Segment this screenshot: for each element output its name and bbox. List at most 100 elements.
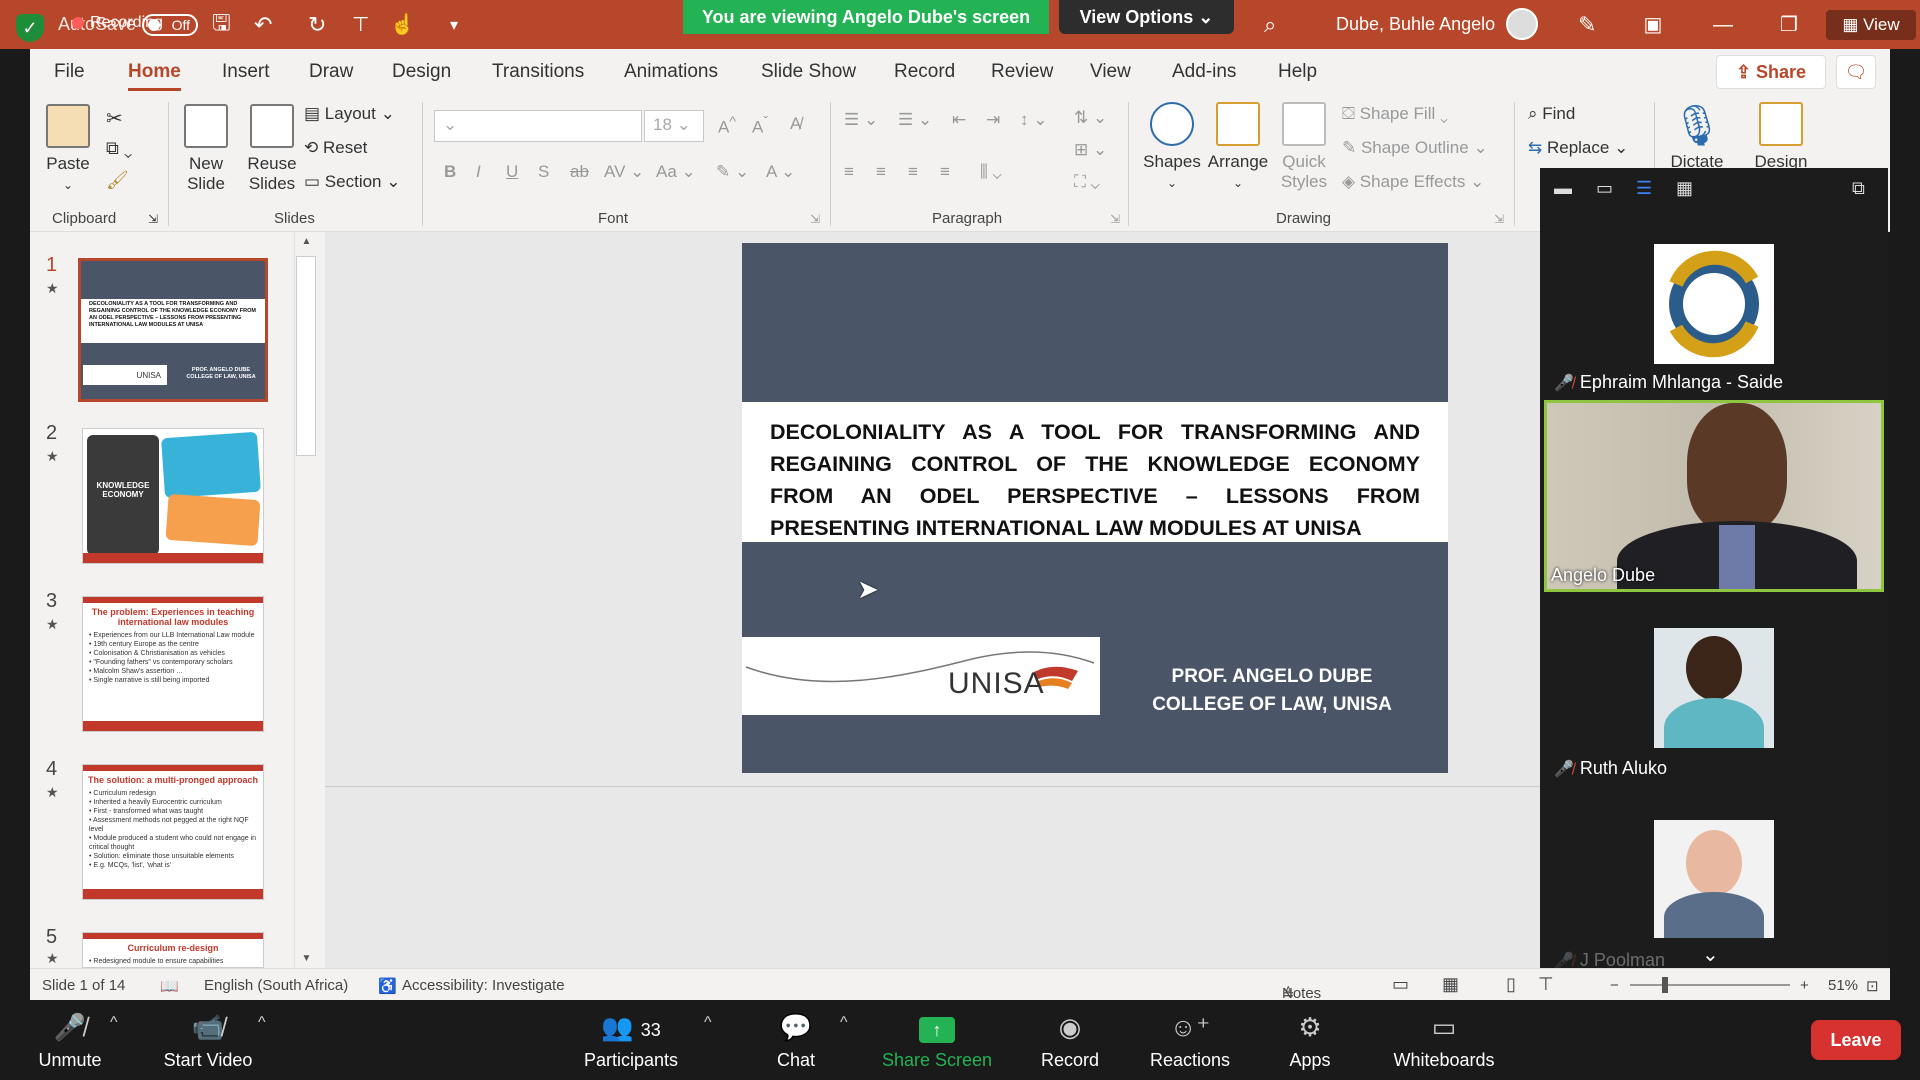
dictate-button[interactable]: 🎙 Dictate <box>1662 102 1732 172</box>
layout-button[interactable]: ▤ Layout ⌄ <box>304 104 395 124</box>
clear-formatting-icon[interactable]: A̸ <box>790 114 801 134</box>
chat-button[interactable]: 💬 Chat <box>736 1010 856 1071</box>
comments-button[interactable]: 🗨 <box>1836 55 1876 89</box>
tab-draw[interactable]: Draw <box>309 61 353 83</box>
font-size-select[interactable]: 18 ⌄ <box>644 110 704 142</box>
tab-animations[interactable]: Animations <box>624 61 718 83</box>
grow-font-icon[interactable]: A^ <box>718 114 736 138</box>
slide-thumbnail-5[interactable]: Curriculum re-design • Redesigned module… <box>82 932 264 968</box>
spelling-icon[interactable]: 📖 <box>160 977 179 995</box>
gallery-view-icon[interactable]: ▦ <box>1676 178 1693 199</box>
text-direction-icon[interactable]: ⇅ ⌄ <box>1074 108 1107 128</box>
video-options-chevron-icon[interactable]: ^ <box>258 1014 266 1032</box>
zoom-slider-thumb[interactable] <box>1662 977 1668 993</box>
apps-button[interactable]: ⚙ Apps <box>1250 1010 1370 1071</box>
decrease-indent-icon[interactable]: ⇤ <box>952 110 966 130</box>
accessibility-status[interactable]: Accessibility: Investigate <box>402 977 565 994</box>
zoom-slider[interactable] <box>1630 984 1790 986</box>
start-video-button[interactable]: 📹̸ Start Video <box>148 1010 268 1071</box>
zoom-level[interactable]: 51% <box>1828 977 1858 994</box>
fit-to-window-icon[interactable]: ⊡ <box>1866 977 1879 995</box>
slide-thumbnail-4[interactable]: The solution: a multi-pronged approach •… <box>82 764 264 900</box>
bullets-icon[interactable]: ☰ ⌄ <box>844 110 878 130</box>
active-speaker-video[interactable]: Angelo Dube <box>1544 400 1884 592</box>
ribbon-display-icon[interactable]: ▣ <box>1636 10 1670 40</box>
section-button[interactable]: ▭ Section ⌄ <box>304 172 400 192</box>
reset-button[interactable]: ⟲ Reset <box>304 138 367 158</box>
zoom-view-button[interactable]: ▦ View <box>1826 10 1916 40</box>
tab-record[interactable]: Record <box>894 61 955 83</box>
shape-outline-button[interactable]: ✎ Shape Outline ⌄ <box>1342 138 1488 158</box>
font-color-icon[interactable]: A ⌄ <box>766 162 795 182</box>
exit-panel-icon[interactable]: ⧉ <box>1852 178 1865 199</box>
tab-slide-show[interactable]: Slide Show <box>761 61 856 83</box>
italic-icon[interactable]: I <box>476 162 481 182</box>
strikethrough-icon[interactable]: ab <box>570 162 589 182</box>
new-slide-button[interactable]: New Slide <box>176 104 236 194</box>
arrange-button[interactable]: Arrange ⌄ <box>1206 102 1270 192</box>
align-text-icon[interactable]: ⊞ ⌄ <box>1074 140 1107 160</box>
slide-sorter-icon[interactable]: ▦ <box>1442 974 1459 995</box>
undo-icon[interactable]: ↶ <box>254 0 272 49</box>
slide-thumbnail-1[interactable]: DECOLONIALITY AS A TOOL FOR TRANSFORMING… <box>78 258 268 402</box>
scrollbar-thumb[interactable] <box>296 256 316 456</box>
current-slide[interactable]: DECOLONIALITY AS A TOOL FOR TRANSFORMING… <box>742 243 1448 773</box>
audio-options-chevron-icon[interactable]: ^ <box>110 1014 118 1032</box>
share-button[interactable]: ⇪ Share <box>1716 55 1826 89</box>
dialog-launcher-icon[interactable]: ⇲ <box>1494 212 1504 226</box>
scroll-down-icon[interactable]: ▼ <box>295 953 318 964</box>
quick-styles-button[interactable]: Quick Styles <box>1272 102 1336 192</box>
shape-fill-button[interactable]: ⛋ Shape Fill ⌄ <box>1342 104 1448 124</box>
align-left-icon[interactable]: ≡ <box>844 162 854 182</box>
numbering-icon[interactable]: ☰ ⌄ <box>898 110 932 130</box>
minimize-video-icon[interactable]: ▬ <box>1554 178 1572 199</box>
zoom-out-icon[interactable]: − <box>1610 977 1619 994</box>
tab-file[interactable]: File <box>54 61 85 83</box>
tab-design[interactable]: Design <box>392 61 451 83</box>
smartart-icon[interactable]: ⛶ ⌄ <box>1074 172 1100 192</box>
shapes-button[interactable]: Shapes ⌄ <box>1140 102 1204 192</box>
tab-insert[interactable]: Insert <box>222 61 270 83</box>
pen-icon[interactable]: ✎ <box>1578 0 1596 49</box>
paste-button[interactable]: Paste ⌄ <box>42 104 94 194</box>
bold-icon[interactable]: B <box>444 162 456 182</box>
touch-mode-icon[interactable]: ☝ <box>390 0 415 49</box>
dialog-launcher-icon[interactable]: ⇲ <box>148 212 158 226</box>
align-right-icon[interactable]: ≡ <box>908 162 918 182</box>
language-indicator[interactable]: English (South Africa) <box>204 977 348 994</box>
accessibility-icon[interactable]: ♿ <box>378 977 397 995</box>
dialog-launcher-icon[interactable]: ⇲ <box>1110 212 1120 226</box>
reactions-button[interactable]: ☺⁺ Reactions <box>1130 1010 1250 1071</box>
save-icon[interactable]: 🖫 <box>212 0 231 49</box>
dialog-launcher-icon[interactable]: ⇲ <box>810 212 820 226</box>
present-icon[interactable]: ⊤ <box>352 0 369 49</box>
tab-view[interactable]: View <box>1090 61 1131 83</box>
change-case-icon[interactable]: Aa ⌄ <box>656 162 696 182</box>
highlight-icon[interactable]: ✎ ⌄ <box>716 162 749 182</box>
normal-view-icon[interactable]: ▭ <box>1392 974 1409 995</box>
replace-button[interactable]: ⇆ Replace ⌄ <box>1528 138 1628 158</box>
leave-meeting-button[interactable]: Leave <box>1811 1020 1901 1060</box>
search-icon[interactable]: ⌕ <box>1264 0 1276 49</box>
hide-video-icon[interactable]: ▭ <box>1596 178 1613 199</box>
find-button[interactable]: ⌕ Find <box>1528 104 1575 124</box>
character-spacing-icon[interactable]: AV ⌄ <box>604 162 644 182</box>
slide-thumbnail-3[interactable]: The problem: Experiences in teaching int… <box>82 596 264 732</box>
line-spacing-icon[interactable]: ↕ ⌄ <box>1020 110 1047 130</box>
view-options-button[interactable]: View Options ⌄ <box>1059 0 1234 34</box>
participants-chevron-icon[interactable]: ^ <box>704 1014 712 1032</box>
chat-chevron-icon[interactable]: ^ <box>840 1014 848 1032</box>
tab-add-ins[interactable]: Add-ins <box>1172 61 1236 83</box>
minimize-icon[interactable]: — <box>1706 10 1740 40</box>
shadow-icon[interactable]: S <box>538 162 549 182</box>
slideshow-view-icon[interactable]: ⊤ <box>1538 974 1554 995</box>
font-family-select[interactable]: ⌄ <box>434 110 642 142</box>
reading-view-icon[interactable]: ▯ <box>1506 974 1516 995</box>
tab-home[interactable]: Home <box>128 61 181 91</box>
designer-button[interactable]: Design <box>1746 102 1816 172</box>
restore-icon[interactable]: ❐ <box>1772 10 1806 40</box>
slide-thumbnail-2[interactable]: KNOWLEDGE ECONOMY <box>82 428 264 564</box>
columns-icon[interactable]: ⫼ ⌄ <box>980 162 1002 182</box>
zoom-in-icon[interactable]: + <box>1800 977 1809 994</box>
justify-icon[interactable]: ≡ <box>940 162 950 182</box>
